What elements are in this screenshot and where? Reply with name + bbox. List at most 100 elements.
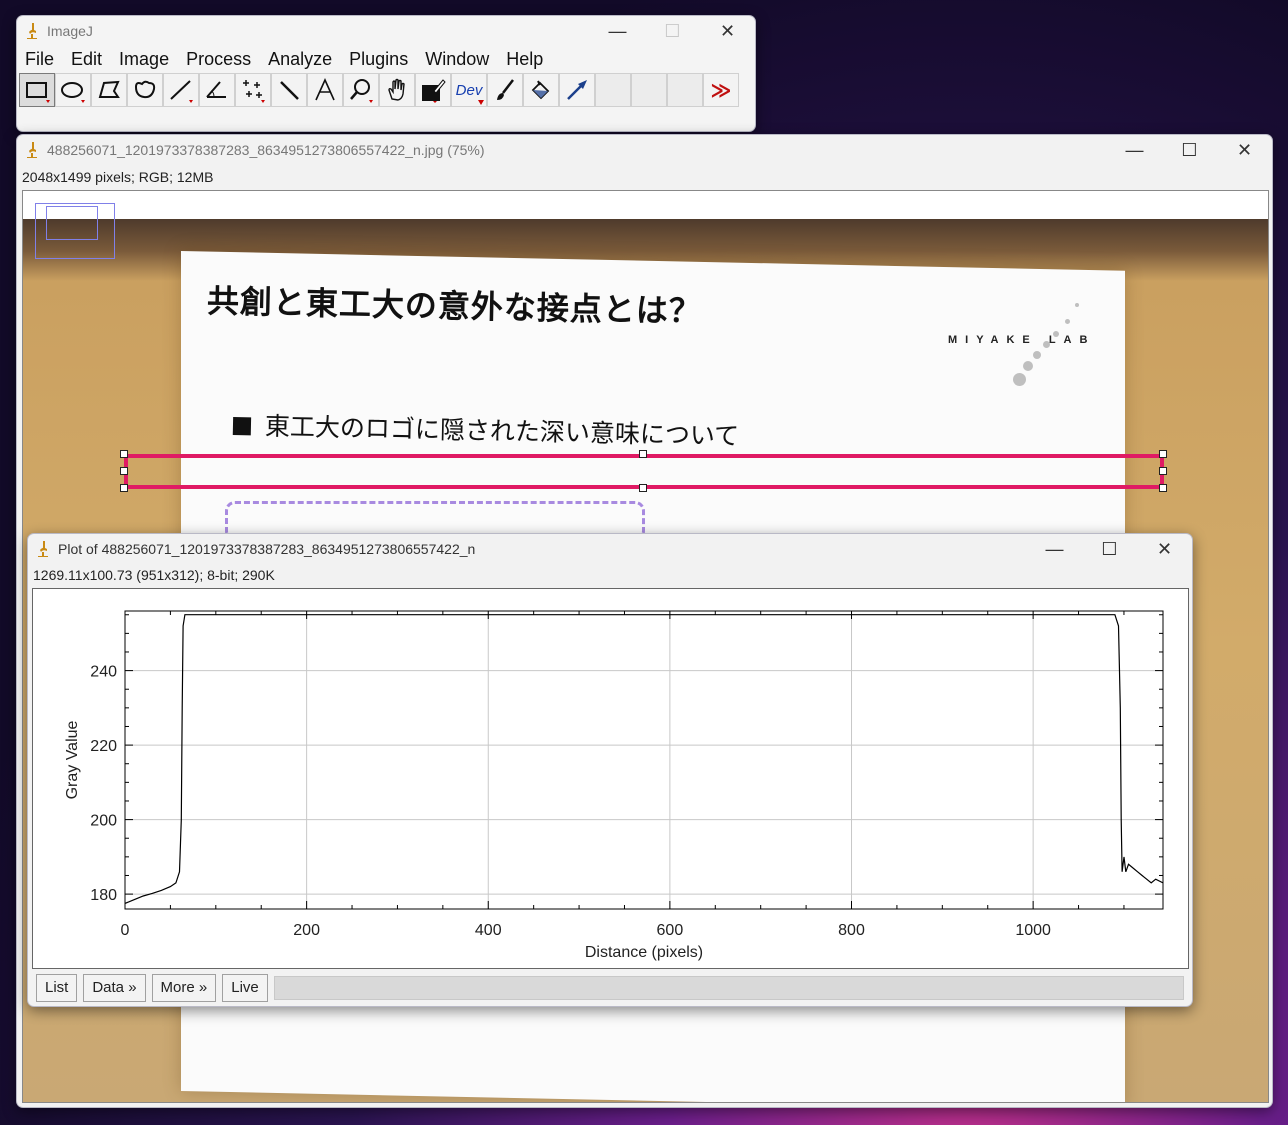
roi-handle[interactable] (120, 484, 128, 492)
toolbar: Dev ≫ (17, 73, 755, 107)
roi-handle[interactable] (639, 450, 647, 458)
menu-process[interactable]: Process (186, 49, 251, 70)
flood-fill-icon (531, 80, 550, 100)
roi-handle[interactable] (120, 450, 128, 458)
magnifier-tool-button[interactable] (343, 73, 379, 107)
freehand-tool-button[interactable] (127, 73, 163, 107)
oval-tool-button[interactable] (55, 73, 91, 107)
polygon-tool-icon (98, 80, 120, 98)
plot-status-bar (273, 976, 1184, 1000)
magnifier-tool-icon (350, 79, 373, 103)
line-tool-icon (170, 80, 193, 103)
x-tick-label: 0 (121, 922, 130, 939)
rectangle-tool-icon (26, 82, 50, 103)
x-tick-label: 1000 (1015, 922, 1051, 939)
lab-logo-text: MIYAKE LAB (948, 334, 1096, 346)
arrow-tool-button[interactable] (559, 73, 595, 107)
angle-tool-button[interactable] (199, 73, 235, 107)
plot-window-title: Plot of 488256071_1201973378387283_86349… (58, 541, 476, 557)
roi-handle[interactable] (1159, 467, 1167, 475)
close-button[interactable]: ✕ (1137, 534, 1192, 564)
menu-plugins[interactable]: Plugins (349, 49, 408, 70)
x-tick-label: 400 (475, 922, 502, 939)
close-button[interactable]: ✕ (700, 16, 755, 46)
navigator-overlay[interactable] (35, 203, 115, 259)
text-tool-button[interactable] (307, 73, 343, 107)
plot-area[interactable]: 0 200 400 600 800 1000 180 200 220 240 Distance (p… (32, 588, 1189, 969)
dev-tool-button[interactable]: Dev (451, 73, 487, 107)
roi-handle[interactable] (1159, 450, 1167, 458)
hand-tool-button[interactable] (379, 73, 415, 107)
oval-tool-icon (61, 82, 85, 103)
empty-tool-slot-2[interactable] (631, 73, 667, 107)
wand-tool-icon (280, 81, 299, 100)
plot-window: Plot of 488256071_1201973378387283_86349… (27, 533, 1193, 1007)
plot-button-row: List Data » More » Live (36, 974, 1184, 1002)
dropdown-arrow-icon (478, 100, 484, 105)
menu-window[interactable]: Window (425, 49, 489, 70)
maximize-button[interactable]: ☐ (645, 16, 700, 46)
main-titlebar[interactable]: ImageJ — ☐ ✕ (17, 16, 755, 46)
plot-titlebar[interactable]: Plot of 488256071_1201973378387283_86349… (28, 534, 1192, 564)
imagej-microscope-icon (27, 23, 37, 39)
x-tick-label: 800 (838, 922, 865, 939)
text-tool-icon (315, 78, 335, 101)
freehand-tool-icon (134, 80, 156, 99)
minimize-button[interactable]: — (590, 16, 645, 46)
profile-plot: 0 200 400 600 800 1000 180 200 220 240 Distance (p… (64, 610, 1164, 961)
roi-handle[interactable] (120, 467, 128, 475)
flood-fill-button[interactable] (523, 73, 559, 107)
more-tools-icon: ≫ (710, 79, 732, 102)
hand-tool-icon (388, 78, 405, 101)
menu-help[interactable]: Help (506, 49, 543, 70)
imagej-main-window: ImageJ — ☐ ✕ File Edit Image Process Ana… (16, 15, 756, 132)
minimize-button[interactable]: — (1107, 135, 1162, 165)
brush-tool-icon (497, 79, 514, 100)
color-picker-button[interactable] (415, 73, 451, 107)
menu-analyze[interactable]: Analyze (268, 49, 332, 70)
maximize-button[interactable]: ☐ (1082, 534, 1137, 564)
dev-tool-icon: Dev (455, 81, 483, 99)
multipoint-tool-button[interactable] (235, 73, 271, 107)
navigator-view-rect (46, 206, 98, 240)
angle-tool-icon (206, 81, 226, 98)
profile-line (124, 614, 1164, 904)
plot-frame (124, 610, 1164, 910)
image-window-title: 488256071_1201973378387283_8634951273806… (47, 142, 485, 158)
image-titlebar[interactable]: 488256071_1201973378387283_8634951273806… (17, 135, 1272, 165)
more-button[interactable]: More » (151, 974, 217, 1002)
y-axis-label: Gray Value (64, 720, 81, 799)
menu-edit[interactable]: Edit (71, 49, 102, 70)
imagej-microscope-icon (27, 142, 37, 158)
roi-handle[interactable] (1159, 484, 1167, 492)
x-tick-label: 600 (657, 922, 684, 939)
empty-tool-slot-1[interactable] (595, 73, 631, 107)
polygon-tool-button[interactable] (91, 73, 127, 107)
maximize-button[interactable]: ☐ (1162, 135, 1217, 165)
arrow-tool-icon (567, 80, 587, 100)
brush-tool-button[interactable] (487, 73, 523, 107)
data-button[interactable]: Data » (83, 974, 146, 1002)
multipoint-tool-icon (243, 80, 265, 103)
menubar: File Edit Image Process Analyze Plugins … (17, 46, 755, 72)
line-tool-button[interactable] (163, 73, 199, 107)
y-tick-label: 240 (90, 664, 117, 681)
more-tools-button[interactable]: ≫ (703, 73, 739, 107)
wand-tool-button[interactable] (271, 73, 307, 107)
plot-info: 1269.11x100.73 (951x312); 8-bit; 290K (33, 567, 275, 583)
imagej-microscope-icon (38, 541, 48, 557)
color-picker-icon (422, 79, 446, 103)
image-info: 2048x1499 pixels; RGB; 12MB (22, 169, 214, 185)
minimize-button[interactable]: — (1027, 534, 1082, 564)
rectangle-tool-button[interactable] (19, 73, 55, 107)
empty-tool-slot-3[interactable] (667, 73, 703, 107)
menu-file[interactable]: File (25, 49, 54, 70)
list-button[interactable]: List (36, 974, 78, 1002)
close-button[interactable]: ✕ (1217, 135, 1272, 165)
y-tick-label: 200 (90, 813, 117, 830)
live-button[interactable]: Live (222, 974, 268, 1002)
roi-handle[interactable] (639, 484, 647, 492)
x-axis-label: Distance (pixels) (585, 944, 703, 961)
y-tick-label: 220 (90, 738, 117, 755)
menu-image[interactable]: Image (119, 49, 169, 70)
